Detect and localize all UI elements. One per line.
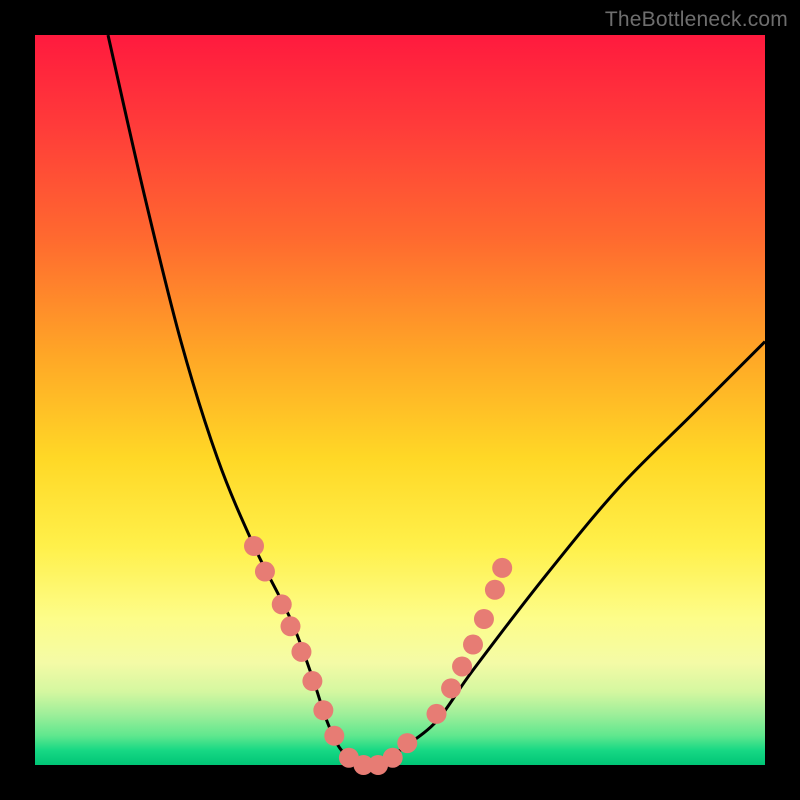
plot-area (35, 35, 765, 765)
bottleneck-curve (108, 35, 765, 767)
highlight-dot (291, 642, 311, 662)
highlight-dot (302, 671, 322, 691)
highlight-dot (427, 704, 447, 724)
watermark-text: TheBottleneck.com (605, 8, 788, 32)
highlight-dot (397, 733, 417, 753)
highlight-dot (313, 700, 333, 720)
highlight-dot (281, 616, 301, 636)
highlight-dot (272, 594, 292, 614)
highlight-dot (255, 562, 275, 582)
highlight-dot (324, 726, 344, 746)
highlight-dot (452, 656, 472, 676)
highlight-dot (383, 748, 403, 768)
highlight-dot (244, 536, 264, 556)
highlight-dot (474, 609, 494, 629)
highlight-dot (485, 580, 505, 600)
highlight-dots-group (244, 536, 512, 775)
chart-frame: TheBottleneck.com (0, 0, 800, 800)
highlight-dot (492, 558, 512, 578)
highlight-dot (463, 635, 483, 655)
curve-path-group (108, 35, 765, 767)
highlight-dot (441, 678, 461, 698)
chart-svg (35, 35, 765, 765)
